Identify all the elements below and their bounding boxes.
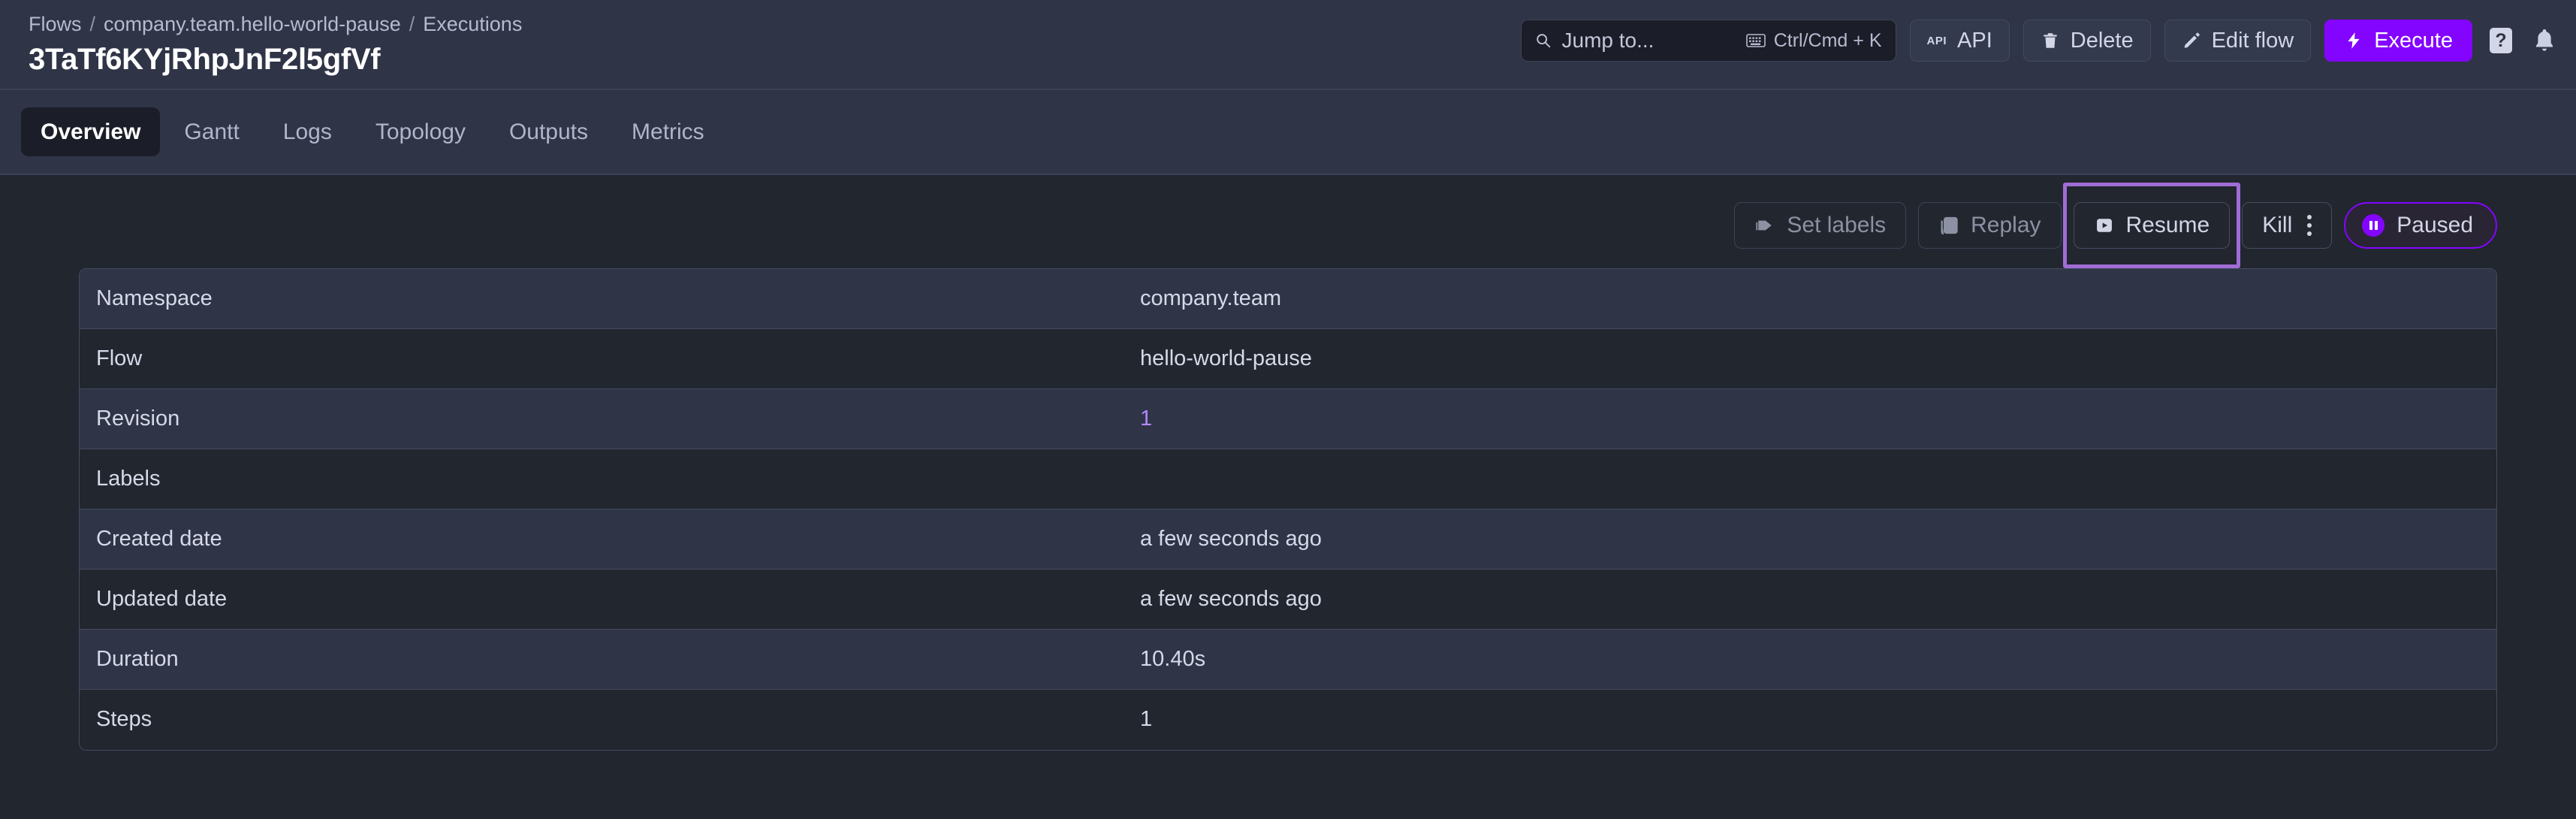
search-icon [1536,34,1550,48]
page-title: 3TaTf6KYjRhpJnF2l5gfVf [29,42,381,76]
table-row-value: a few seconds ago [1140,526,1322,551]
table-row: Namespace company.team [80,269,2496,329]
lightning-icon [2348,32,2360,49]
table-row: Duration 10.40s [80,630,2496,690]
pause-icon [2362,214,2385,237]
table-row-label: Labels [96,466,161,491]
breadcrumb-item-executions[interactable]: Executions [423,13,522,36]
replay-button[interactable]: Replay [1918,202,2062,249]
tab-metrics[interactable]: Metrics [612,107,724,156]
bell-icon [2536,29,2553,51]
app-header: Flows / company.team.hello-world-pause /… [0,0,2576,90]
delete-button[interactable]: Delete [2022,20,2151,62]
tab-gantt[interactable]: Gantt [164,107,258,156]
kill-label: Kill [2262,213,2293,237]
breadcrumb-item-flow[interactable]: company.team.hello-world-pause [104,13,401,36]
help-button[interactable]: ? [2486,26,2516,56]
status-badge-label: Paused [2397,213,2473,237]
resume-button[interactable]: Resume [2073,202,2231,249]
table-row-label: Created date [96,526,222,551]
header-left: Flows / company.team.hello-world-pause /… [29,11,522,77]
api-button-label: API [1957,28,1992,53]
table-row: Created date a few seconds ago [80,509,2496,570]
set-labels-button[interactable]: Set labels [1734,202,1907,249]
table-row-value: a few seconds ago [1140,586,1322,611]
api-button[interactable]: API API [1909,20,2010,62]
search-placeholder: Jump to... [1561,29,1654,52]
execution-action-bar: Set labels Replay Resume Kill Paused [79,175,2497,268]
kebab-menu-icon[interactable] [2307,215,2312,236]
tab-overview[interactable]: Overview [21,107,161,156]
help-icon: ? [2490,28,2512,53]
table-row: Updated date a few seconds ago [80,570,2496,630]
table-row-value: 1 [1140,707,1153,732]
search-shortcut-hint: Ctrl/Cmd + K [1745,29,1882,52]
table-row-label: Steps [96,707,152,732]
table-row: Flow hello-world-pause [80,329,2496,389]
table-row-label: Revision [96,406,180,431]
table-row: Steps 1 [80,690,2496,750]
edit-flow-button[interactable]: Edit flow [2164,20,2312,62]
set-labels-label: Set labels [1787,213,1887,237]
play-square-icon [2096,219,2112,232]
search-input[interactable]: Jump to... Ctrl/Cmd + K [1520,20,1896,62]
table-row-value: company.team [1140,286,1282,310]
replay-label: Replay [1971,213,2041,237]
main-content: Set labels Replay Resume Kill Paused Nam… [0,175,2576,819]
table-row-label: Duration [96,646,179,671]
breadcrumb-separator: / [409,13,415,35]
resume-label: Resume [2125,213,2210,237]
trash-icon [2044,33,2057,48]
resume-button-wrapper: Resume [2062,183,2241,268]
table-row-value: hello-world-pause [1140,346,1312,370]
breadcrumb-item-flows[interactable]: Flows [29,13,82,36]
search-shortcut-label: Ctrl/Cmd + K [1773,29,1882,51]
tab-bar: Overview Gantt Logs Topology Outputs Met… [0,90,2576,175]
table-row-value[interactable]: 1 [1140,406,2496,431]
breadcrumb: Flows / company.team.hello-world-pause /… [29,13,522,36]
notifications-button[interactable] [2529,26,2559,56]
tab-logs[interactable]: Logs [264,107,351,156]
api-icon: API [1926,34,1947,47]
table-row-label: Updated date [96,586,228,611]
breadcrumb-separator: / [89,13,96,35]
kill-button[interactable]: Kill [2242,202,2333,249]
tab-outputs[interactable]: Outputs [490,107,608,156]
table-row-label: Flow [96,346,143,370]
execution-info-table: Namespace company.team Flow hello-world-pau… [79,268,2497,751]
table-row: Revision 1 [80,389,2496,449]
replay-icon [1941,216,1958,235]
table-row: Labels [80,449,2496,509]
edit-flow-button-label: Edit flow [2211,28,2294,53]
header-actions: Jump to... Ctrl/Cmd + K API API Delete E… [1520,20,2560,62]
table-row-label: Namespace [96,286,213,310]
tab-topology[interactable]: Topology [356,107,485,156]
status-badge: Paused [2344,202,2497,249]
delete-button-label: Delete [2070,28,2134,53]
keyboard-icon [1745,34,1766,47]
tag-icon [1756,220,1772,231]
pencil-icon [2184,32,2200,48]
execute-button-label: Execute [2374,28,2453,53]
table-row-value: 10.40s [1140,646,1206,671]
execute-button[interactable]: Execute [2324,20,2472,62]
